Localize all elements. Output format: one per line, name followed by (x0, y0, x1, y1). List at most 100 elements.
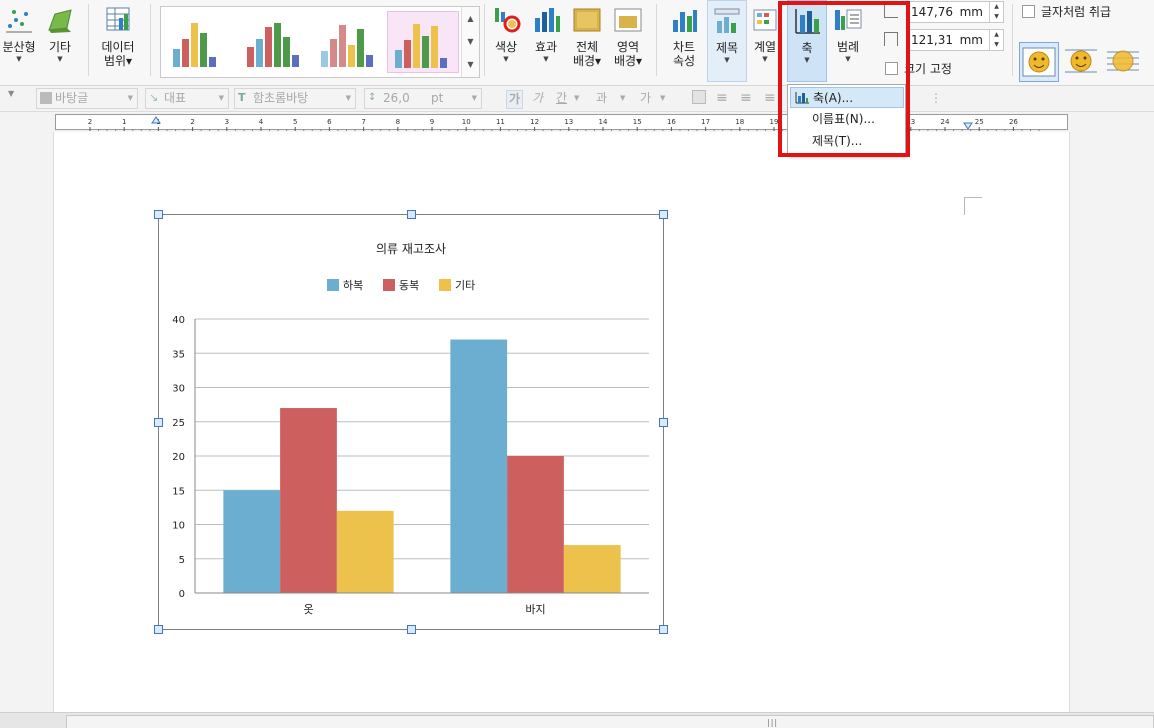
color-button[interactable]: 색상 ▼ (488, 0, 524, 80)
other-label: 기타 (48, 40, 72, 54)
other-chart-icon (48, 9, 72, 33)
menu-item-axis-label: 축(A)... (813, 91, 854, 105)
full-background-label-1: 전체 (575, 40, 599, 54)
scatter-chart-button[interactable]: 분산형 ▼ (0, 0, 38, 80)
ruler-label: 12 (530, 118, 539, 126)
chart-style-2[interactable] (239, 11, 311, 73)
toolbar-overflow-icon[interactable]: ⋮ (930, 90, 942, 107)
menu-item-title-label: 제목(T)... (812, 134, 863, 148)
chart-style-1[interactable] (165, 11, 237, 73)
chevron-down-icon: ▼ (57, 55, 63, 63)
chevron-down-icon[interactable]: ▼ (462, 30, 479, 53)
ruler-label: 11 (496, 118, 505, 126)
italic-button[interactable]: 가 (532, 90, 543, 107)
legend-button[interactable]: 범례 ▼ (829, 0, 867, 80)
align-left-icon[interactable]: ≡ (716, 90, 728, 107)
treat-as-char-checkbox[interactable] (1022, 5, 1035, 18)
chart-properties-button[interactable]: 차트 속성 (664, 0, 704, 80)
menu-item-axis[interactable]: 축(A)... (790, 87, 904, 108)
y-tick-label: 5 (179, 555, 185, 566)
style-value: 바탕글 (55, 91, 89, 105)
style-combo[interactable]: 바탕글 ▼ (36, 88, 138, 109)
chevron-down-icon[interactable]: ▼ (574, 90, 579, 107)
chart-style-3[interactable] (313, 11, 385, 73)
data-range-button[interactable]: 데이터 범위▾ (94, 0, 142, 80)
resize-handle-bottom-left[interactable] (154, 625, 163, 634)
title-label: 제목 (715, 41, 739, 55)
ruler-label: 5 (293, 118, 297, 126)
full-background-button[interactable]: 전체 배경▾ (568, 0, 606, 80)
resize-handle-bottom-right[interactable] (659, 625, 668, 634)
horizontal-scrollbar[interactable]: ||| (66, 715, 1154, 728)
strikethrough-button[interactable]: 과 (596, 90, 607, 107)
font-size-combo[interactable]: ↕ 26,0 pt ▼ (364, 88, 482, 109)
bar-style-icon (395, 24, 447, 68)
bar-chart: 의류 재고조사하복 동복 기타 0 5 10 15 20 25 30 35 40 옷 바지 (172, 242, 649, 616)
chevron-down-icon: ▼ (845, 55, 851, 63)
wrap-tight-button[interactable] (1062, 42, 1102, 82)
chart-ribbon: 분산형 ▼ 기타 ▼ 데이터 범위▾ ▲ ▼ ▼ 색상 ▼ 효과 ▼ 전체 배경… (0, 0, 1154, 86)
resize-handle-bottom[interactable] (407, 625, 416, 634)
right-indent-marker-icon[interactable] (963, 122, 973, 130)
chart-style-4-selected[interactable] (387, 11, 459, 73)
series-label: 계열 (753, 40, 777, 54)
align-right-icon[interactable]: ≡ (764, 90, 776, 107)
effect-button[interactable]: 효과 ▼ (526, 0, 566, 80)
y-tick-label: 15 (172, 486, 185, 497)
full-background-icon (573, 8, 601, 32)
width-stepper[interactable]: ▲ ▼ (989, 2, 1003, 22)
scrollbar-grip-icon[interactable]: ||| (767, 718, 778, 727)
chevron-down-icon[interactable]: ▼ (660, 90, 665, 107)
x-tick-label: 바지 (525, 603, 545, 616)
resize-handle-top-left[interactable] (154, 210, 163, 219)
smiley-wrap-icon (1065, 49, 1097, 73)
resize-handle-right[interactable] (659, 418, 668, 427)
other-chart-button[interactable]: 기타 ▼ (40, 0, 80, 80)
color-label: 색상 (494, 40, 518, 54)
chevron-up-icon[interactable]: ▲ (462, 7, 479, 30)
font-combo[interactable]: T 함초롬바탕 ▼ (234, 88, 356, 109)
bold-button[interactable]: 가 (506, 90, 524, 109)
color-wheel-icon (495, 8, 521, 33)
align-justify-icon[interactable] (692, 90, 706, 104)
chevron-down-icon: ▼ (762, 55, 768, 63)
height-stepper[interactable]: ▲ ▼ (989, 30, 1003, 50)
height-field[interactable]: 121,31 mm ▲ ▼ (906, 29, 1004, 51)
x-tick-label: 옷 (303, 603, 313, 616)
axis-button[interactable]: 축 ▼ (787, 0, 827, 82)
paragraph-style-icon: ↘ (149, 91, 159, 104)
resize-handle-left[interactable] (154, 418, 163, 427)
bar (507, 456, 564, 593)
series-button[interactable]: 계열 ▼ (749, 0, 781, 80)
paragraph-style-combo[interactable]: ↘ 대표 ▼ (145, 88, 229, 109)
menu-item-title[interactable]: 제목(T)... (790, 131, 904, 152)
chart-object[interactable]: 의류 재고조사 하복 동복 기타 0 5 10 15 20 25 30 35 40 옷 바지 (158, 214, 664, 630)
legend-icon (835, 9, 862, 30)
menu-item-labels-label: 이름표(N)... (812, 112, 875, 126)
chevron-down-icon[interactable]: ▼ (8, 89, 14, 98)
ruler-label: 26 (1009, 118, 1018, 126)
font-size-unit: pt (431, 91, 444, 105)
area-background-button[interactable]: 영역 배경▾ (608, 0, 648, 80)
align-center-icon[interactable]: ≡ (740, 90, 752, 107)
chevron-down-icon[interactable]: ▼ (620, 90, 625, 107)
smiley-wrap-icon (1107, 50, 1139, 72)
resize-handle-top[interactable] (407, 210, 416, 219)
title-button[interactable]: 제목 ▼ (707, 0, 747, 82)
width-field[interactable]: 147,76 mm ▲ ▼ (906, 1, 1004, 23)
gallery-scroller[interactable]: ▲ ▼ ▼ (461, 7, 479, 77)
gallery-expand-icon[interactable]: ▼ (462, 53, 479, 76)
ribbon-separator (484, 4, 485, 76)
width-unit: mm (959, 5, 983, 19)
resize-handle-top-right[interactable] (659, 210, 668, 219)
superscript-button[interactable]: 가 (640, 90, 651, 107)
underline-button[interactable]: 간 (556, 90, 567, 107)
bar-style-icon (173, 23, 216, 67)
wrap-square-button[interactable] (1019, 42, 1059, 82)
data-range-label-2: 범위▾ (103, 54, 133, 68)
wrap-behind-button[interactable] (1104, 42, 1144, 82)
menu-item-labels[interactable]: 이름표(N)... (790, 109, 904, 130)
ruler-label: 25 (975, 118, 984, 126)
chart-style-gallery: ▲ ▼ ▼ (160, 6, 480, 78)
fix-size-checkbox[interactable] (885, 62, 898, 75)
